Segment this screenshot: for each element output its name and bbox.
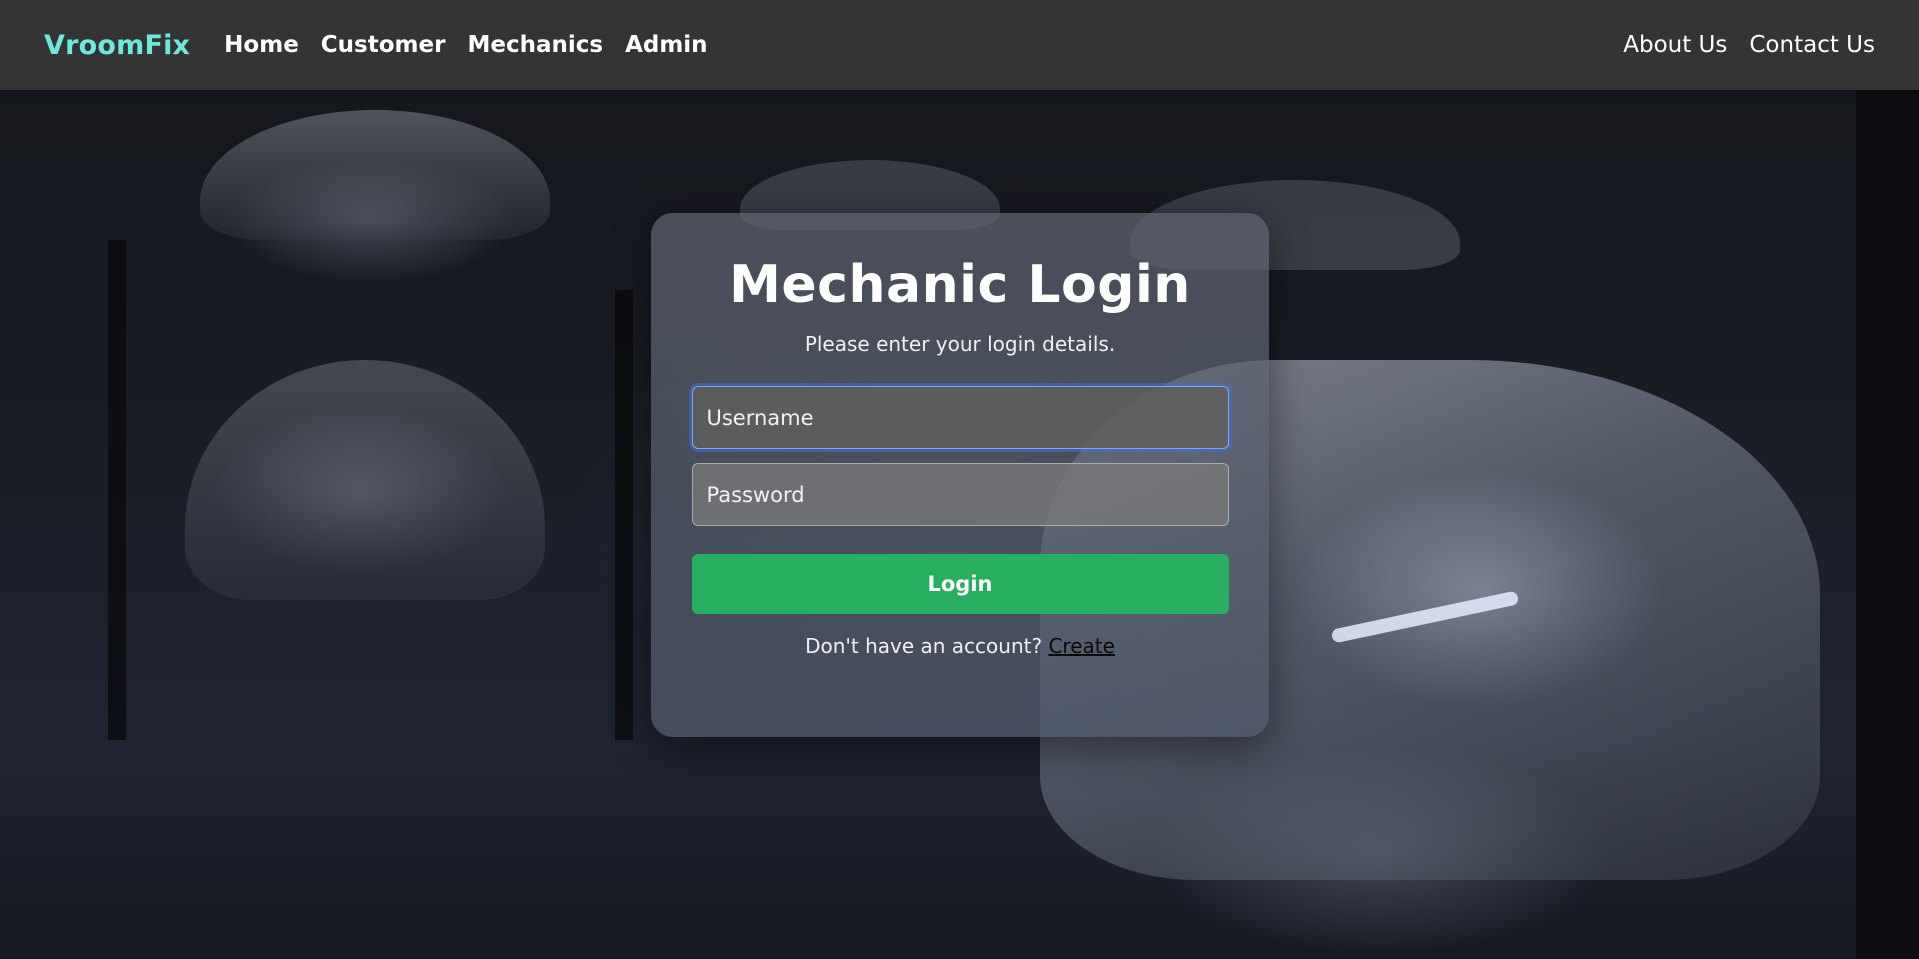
- lift-post-left: [108, 240, 126, 740]
- nav-admin-link[interactable]: Admin: [625, 32, 708, 58]
- nav-home-link[interactable]: Home: [224, 32, 299, 58]
- signup-prompt: Don't have an account? Create: [805, 634, 1115, 658]
- secondary-nav: About Us Contact Us: [1623, 32, 1875, 58]
- nav-contact-link[interactable]: Contact Us: [1749, 32, 1875, 58]
- primary-nav: Home Customer Mechanics Admin: [224, 32, 707, 58]
- nav-mechanics-link[interactable]: Mechanics: [467, 32, 603, 58]
- nav-about-link[interactable]: About Us: [1623, 32, 1727, 58]
- nav-customer-link[interactable]: Customer: [321, 32, 446, 58]
- password-input[interactable]: [691, 463, 1229, 527]
- create-account-link[interactable]: Create: [1048, 634, 1114, 658]
- username-input[interactable]: [691, 386, 1229, 450]
- brand-logo-link[interactable]: VroomFix: [44, 30, 190, 61]
- signup-prompt-text: Don't have an account?: [805, 634, 1049, 659]
- background-car-top-left: [200, 110, 550, 240]
- login-card: Mechanic Login Please enter your login d…: [651, 213, 1269, 737]
- top-navbar: VroomFix Home Customer Mechanics Admin A…: [0, 0, 1919, 90]
- background-right-edge: [1856, 90, 1919, 959]
- login-title: Mechanic Login: [729, 255, 1191, 315]
- login-button[interactable]: Login: [691, 554, 1229, 615]
- background-car-left: [185, 360, 545, 600]
- lift-post-right: [615, 290, 633, 740]
- login-subtitle: Please enter your login details.: [804, 332, 1116, 357]
